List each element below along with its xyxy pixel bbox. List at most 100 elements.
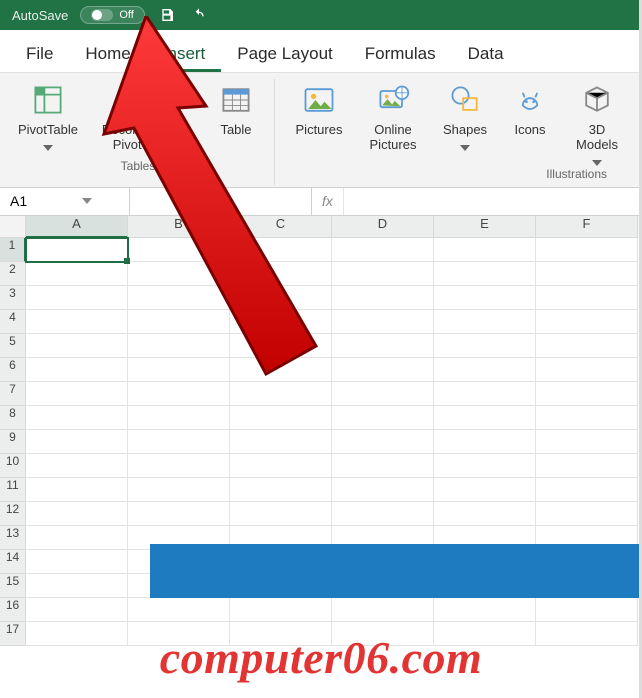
cell[interactable] <box>536 262 638 286</box>
tab-formulas[interactable]: Formulas <box>349 40 452 72</box>
cell[interactable] <box>128 358 230 382</box>
cell[interactable] <box>26 622 128 646</box>
row-header[interactable]: 10 <box>0 454 26 478</box>
cell[interactable] <box>434 502 536 526</box>
cell[interactable] <box>536 334 638 358</box>
cell[interactable] <box>128 622 230 646</box>
cell[interactable] <box>536 454 638 478</box>
cell[interactable] <box>128 262 230 286</box>
cell[interactable] <box>26 262 128 286</box>
row-header[interactable]: 15 <box>0 574 26 598</box>
cell[interactable] <box>434 598 536 622</box>
cell[interactable] <box>434 334 536 358</box>
cell[interactable] <box>332 622 434 646</box>
cell[interactable] <box>536 310 638 334</box>
tab-page-layout[interactable]: Page Layout <box>221 40 348 72</box>
button-online-pictures[interactable]: Online Pictures <box>361 79 425 153</box>
cell[interactable] <box>332 238 434 262</box>
cell[interactable] <box>434 430 536 454</box>
col-header-C[interactable]: C <box>230 216 332 238</box>
cell[interactable] <box>434 622 536 646</box>
cell[interactable] <box>332 286 434 310</box>
button-icons[interactable]: Icons <box>505 79 555 138</box>
button-3d-models[interactable]: 3D Models <box>567 79 627 161</box>
cell[interactable] <box>26 574 128 598</box>
button-pictures[interactable]: Pictures <box>289 79 349 138</box>
cell[interactable] <box>536 286 638 310</box>
cell[interactable] <box>536 406 638 430</box>
row-header[interactable]: 1 <box>0 238 26 262</box>
cell[interactable] <box>26 550 128 574</box>
cell[interactable] <box>128 382 230 406</box>
row-header[interactable]: 8 <box>0 406 26 430</box>
cell[interactable] <box>128 334 230 358</box>
cell[interactable] <box>332 406 434 430</box>
cell[interactable] <box>230 622 332 646</box>
cell[interactable] <box>128 430 230 454</box>
cell[interactable] <box>230 262 332 286</box>
cell[interactable] <box>434 238 536 262</box>
row-header[interactable]: 11 <box>0 478 26 502</box>
cell[interactable] <box>332 430 434 454</box>
cell[interactable] <box>536 478 638 502</box>
col-header-A[interactable]: A <box>26 216 128 238</box>
cell[interactable] <box>128 478 230 502</box>
cell[interactable] <box>332 598 434 622</box>
cell[interactable] <box>536 502 638 526</box>
cell[interactable] <box>26 598 128 622</box>
cell[interactable] <box>230 598 332 622</box>
cell[interactable] <box>128 286 230 310</box>
cell[interactable] <box>230 358 332 382</box>
cell[interactable] <box>230 430 332 454</box>
cell[interactable] <box>230 454 332 478</box>
cell[interactable] <box>26 430 128 454</box>
cell[interactable] <box>536 382 638 406</box>
col-header-D[interactable]: D <box>332 216 434 238</box>
cell[interactable] <box>434 310 536 334</box>
button-shapes[interactable]: Shapes <box>437 79 493 146</box>
cell[interactable] <box>434 454 536 478</box>
cell[interactable] <box>26 406 128 430</box>
row-header[interactable]: 4 <box>0 310 26 334</box>
cell[interactable] <box>536 598 638 622</box>
row-header[interactable]: 9 <box>0 430 26 454</box>
row-header[interactable]: 13 <box>0 526 26 550</box>
cell[interactable] <box>26 526 128 550</box>
cell[interactable] <box>332 334 434 358</box>
cell[interactable] <box>230 238 332 262</box>
cell[interactable] <box>26 358 128 382</box>
cell[interactable] <box>332 382 434 406</box>
cell[interactable] <box>332 454 434 478</box>
cell[interactable] <box>332 262 434 286</box>
cell[interactable] <box>230 502 332 526</box>
cell[interactable] <box>230 286 332 310</box>
cell[interactable] <box>128 310 230 334</box>
cell[interactable] <box>434 358 536 382</box>
cell[interactable] <box>536 358 638 382</box>
row-header[interactable]: 2 <box>0 262 26 286</box>
row-header[interactable]: 14 <box>0 550 26 574</box>
name-box-dropdown[interactable] <box>78 192 96 210</box>
row-header[interactable]: 17 <box>0 622 26 646</box>
tab-home[interactable]: Home <box>69 40 146 72</box>
undo-icon[interactable] <box>189 5 209 25</box>
cell[interactable] <box>536 238 638 262</box>
col-header-F[interactable]: F <box>536 216 638 238</box>
autosave-toggle[interactable]: Off <box>80 6 144 24</box>
select-all-corner[interactable] <box>0 216 26 238</box>
col-header-E[interactable]: E <box>434 216 536 238</box>
cell[interactable] <box>332 310 434 334</box>
cell[interactable] <box>434 478 536 502</box>
cell[interactable] <box>128 502 230 526</box>
cell[interactable] <box>26 478 128 502</box>
tab-data[interactable]: Data <box>452 40 520 72</box>
cell[interactable] <box>230 478 332 502</box>
cell[interactable] <box>128 454 230 478</box>
cell[interactable] <box>434 286 536 310</box>
fx-icon[interactable]: fx <box>312 188 344 215</box>
cell[interactable] <box>26 286 128 310</box>
cell[interactable] <box>536 622 638 646</box>
cell[interactable] <box>332 502 434 526</box>
formula-input[interactable] <box>344 188 642 215</box>
button-recommended-pivottables[interactable]: Recommended PivotTables <box>96 79 196 153</box>
